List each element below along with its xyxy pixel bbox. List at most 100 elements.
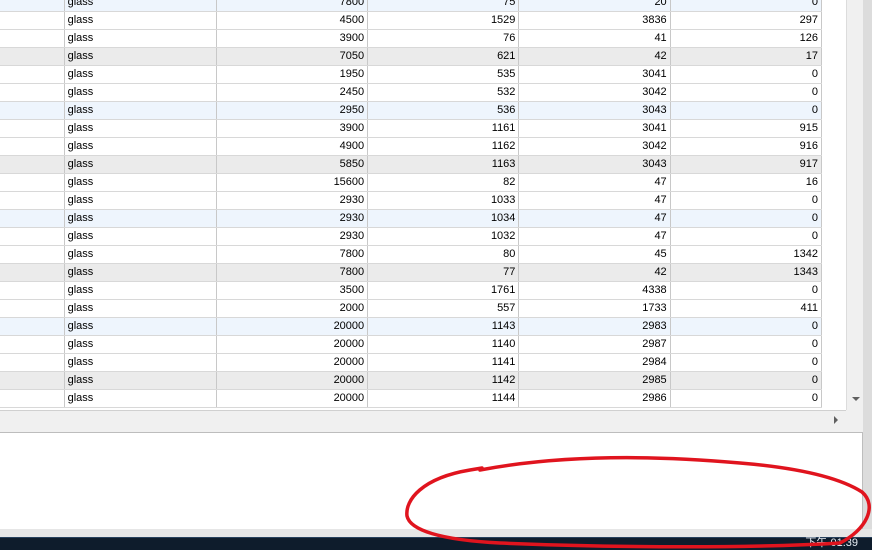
value-cell[interactable]: 2985 — [518, 371, 671, 390]
material-cell[interactable]: glass — [64, 245, 217, 264]
value-cell[interactable]: 0 — [670, 371, 823, 390]
value-cell[interactable]: 411 — [670, 299, 823, 318]
table-row[interactable]: glass 20000 1144 2986 0 — [0, 389, 823, 408]
value-cell[interactable]: 17 — [670, 47, 823, 66]
value-cell[interactable]: 915 — [670, 119, 823, 138]
value-cell[interactable]: 621 — [367, 47, 520, 66]
value-cell[interactable]: 1950 — [216, 65, 369, 84]
material-cell[interactable]: glass — [64, 101, 217, 120]
value-cell[interactable]: 2983 — [518, 317, 671, 336]
value-cell[interactable]: 297 — [670, 11, 823, 30]
value-cell[interactable]: 1163 — [367, 155, 520, 174]
value-cell[interactable]: 7050 — [216, 47, 369, 66]
material-cell[interactable]: glass — [64, 11, 217, 30]
value-cell[interactable]: 126 — [670, 29, 823, 48]
value-cell[interactable]: 45 — [518, 245, 671, 264]
value-cell[interactable]: 1161 — [367, 119, 520, 138]
value-cell[interactable]: 0 — [670, 389, 823, 408]
value-cell[interactable]: 0 — [670, 335, 823, 354]
material-cell[interactable]: glass — [64, 389, 217, 408]
table-row[interactable]: glass 7050 621 42 17 — [0, 47, 823, 66]
value-cell[interactable]: 0 — [670, 83, 823, 102]
value-cell[interactable]: 4500 — [216, 11, 369, 30]
value-cell[interactable]: 1343 — [670, 263, 823, 282]
value-cell[interactable]: 2930 — [216, 227, 369, 246]
value-cell[interactable]: 1143 — [367, 317, 520, 336]
material-cell[interactable]: glass — [64, 317, 217, 336]
arrow-down-icon[interactable] — [852, 397, 860, 401]
value-cell[interactable]: 2000 — [216, 299, 369, 318]
row-cell-blank[interactable] — [0, 155, 65, 174]
value-cell[interactable]: 80 — [367, 245, 520, 264]
value-cell[interactable]: 917 — [670, 155, 823, 174]
value-cell[interactable]: 1162 — [367, 137, 520, 156]
value-cell[interactable]: 0 — [670, 353, 823, 372]
value-cell[interactable]: 2950 — [216, 101, 369, 120]
value-cell[interactable]: 2930 — [216, 191, 369, 210]
data-grid[interactable]: glass 7800 75 20 0 glass 4500 1529 3836 297 glass 3… — [0, 0, 846, 410]
table-row[interactable]: glass 7800 80 45 1342 — [0, 245, 823, 264]
table-row[interactable]: glass 7800 77 42 1343 — [0, 263, 823, 282]
value-cell[interactable]: 20000 — [216, 335, 369, 354]
material-cell[interactable]: glass — [64, 83, 217, 102]
value-cell[interactable]: 2984 — [518, 353, 671, 372]
row-cell-blank[interactable] — [0, 227, 65, 246]
row-cell-blank[interactable] — [0, 353, 65, 372]
value-cell[interactable]: 20 — [518, 0, 671, 12]
value-cell[interactable]: 1144 — [367, 389, 520, 408]
value-cell[interactable]: 2986 — [518, 389, 671, 408]
value-cell[interactable]: 0 — [670, 191, 823, 210]
value-cell[interactable]: 42 — [518, 263, 671, 282]
value-cell[interactable]: 535 — [367, 65, 520, 84]
row-cell-blank[interactable] — [0, 137, 65, 156]
value-cell[interactable]: 536 — [367, 101, 520, 120]
value-cell[interactable]: 0 — [670, 0, 823, 12]
material-cell[interactable]: glass — [64, 353, 217, 372]
material-cell[interactable]: glass — [64, 0, 217, 12]
value-cell[interactable]: 77 — [367, 263, 520, 282]
table-row[interactable]: glass 2930 1034 47 0 — [0, 209, 823, 228]
table-row[interactable]: glass 20000 1143 2983 0 — [0, 317, 823, 336]
material-cell[interactable]: glass — [64, 227, 217, 246]
value-cell[interactable]: 1529 — [367, 11, 520, 30]
value-cell[interactable]: 3041 — [518, 65, 671, 84]
value-cell[interactable]: 20000 — [216, 371, 369, 390]
row-cell-blank[interactable] — [0, 209, 65, 228]
value-cell[interactable]: 3041 — [518, 119, 671, 138]
value-cell[interactable]: 3900 — [216, 119, 369, 138]
table-row[interactable]: glass 3900 76 41 126 — [0, 29, 823, 48]
row-cell-blank[interactable] — [0, 83, 65, 102]
value-cell[interactable]: 0 — [670, 317, 823, 336]
value-cell[interactable]: 532 — [367, 83, 520, 102]
value-cell[interactable]: 2987 — [518, 335, 671, 354]
table-row[interactable]: glass 2930 1033 47 0 — [0, 191, 823, 210]
value-cell[interactable]: 16 — [670, 173, 823, 192]
material-cell[interactable]: glass — [64, 137, 217, 156]
material-cell[interactable]: glass — [64, 47, 217, 66]
table-row[interactable]: glass 5850 1163 3043 917 — [0, 155, 823, 174]
value-cell[interactable]: 76 — [367, 29, 520, 48]
value-cell[interactable]: 47 — [518, 209, 671, 228]
material-cell[interactable]: glass — [64, 281, 217, 300]
table-row[interactable]: glass 20000 1140 2987 0 — [0, 335, 823, 354]
table-row[interactable]: glass 2930 1032 47 0 — [0, 227, 823, 246]
value-cell[interactable]: 3043 — [518, 101, 671, 120]
value-cell[interactable]: 0 — [670, 227, 823, 246]
value-cell[interactable]: 7800 — [216, 0, 369, 12]
value-cell[interactable]: 3043 — [518, 155, 671, 174]
value-cell[interactable]: 1733 — [518, 299, 671, 318]
material-cell[interactable]: glass — [64, 263, 217, 282]
value-cell[interactable]: 5850 — [216, 155, 369, 174]
row-cell-blank[interactable] — [0, 245, 65, 264]
row-cell-blank[interactable] — [0, 65, 65, 84]
value-cell[interactable]: 1141 — [367, 353, 520, 372]
value-cell[interactable]: 916 — [670, 137, 823, 156]
table-row[interactable]: glass 2950 536 3043 0 — [0, 101, 823, 120]
value-cell[interactable]: 1140 — [367, 335, 520, 354]
material-cell[interactable]: glass — [64, 371, 217, 390]
value-cell[interactable]: 1761 — [367, 281, 520, 300]
material-cell[interactable]: glass — [64, 173, 217, 192]
value-cell[interactable]: 1142 — [367, 371, 520, 390]
table-row[interactable]: glass 1950 535 3041 0 — [0, 65, 823, 84]
row-cell-blank[interactable] — [0, 263, 65, 282]
